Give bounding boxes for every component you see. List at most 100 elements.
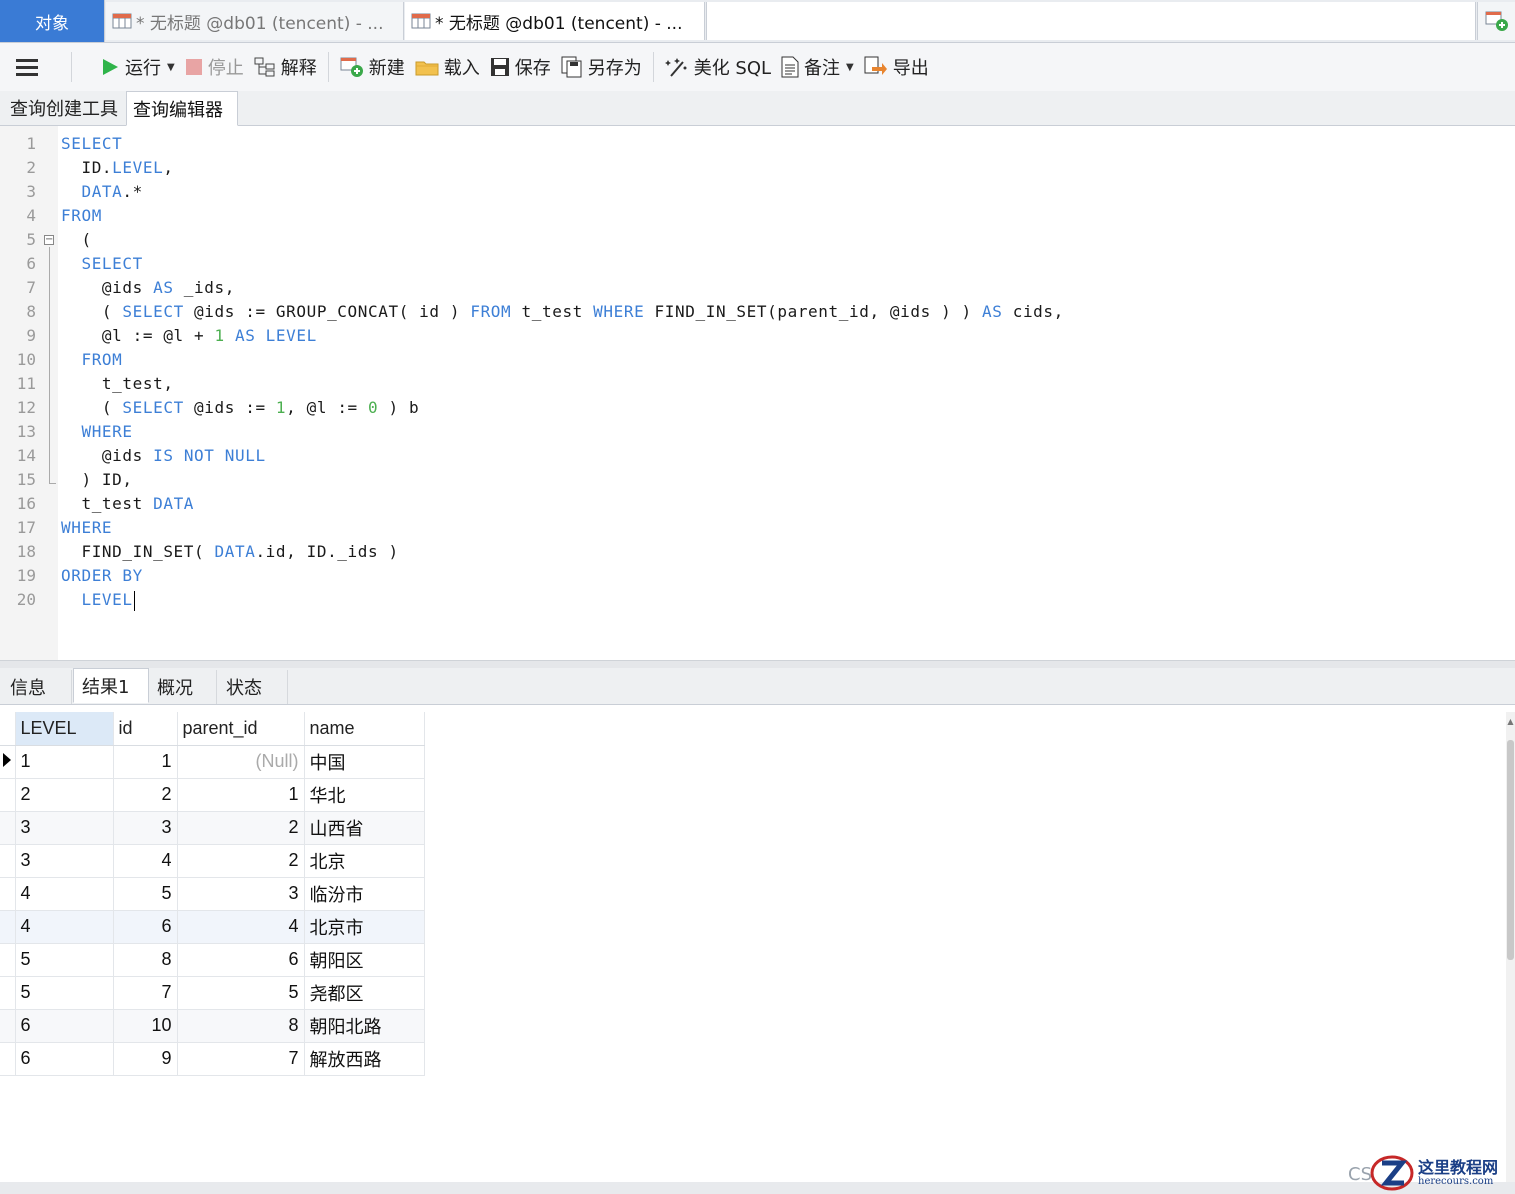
- table-cell[interactable]: 4: [177, 910, 305, 944]
- tab-query-editor-label: 查询编辑器: [133, 99, 223, 121]
- table-cell[interactable]: 2: [177, 811, 305, 845]
- table-cell[interactable]: 山西省: [304, 811, 425, 845]
- new-query-icon: [1485, 11, 1508, 31]
- table-cell[interactable]: 3: [15, 811, 114, 845]
- text-cursor: [133, 590, 135, 611]
- table-cell[interactable]: 北京市: [304, 910, 425, 944]
- beautify-sql-button[interactable]: 美化 SQL: [660, 49, 776, 85]
- table-cell[interactable]: 1: [177, 778, 305, 812]
- table-cell[interactable]: 朝阳区: [304, 943, 425, 977]
- table-row[interactable]: 4 6 4 北京市: [0, 910, 425, 944]
- tab-status[interactable]: 状态: [218, 670, 288, 704]
- row-indicator: [0, 976, 16, 1010]
- line-number: 1: [26, 134, 36, 153]
- table-cell[interactable]: 8: [113, 943, 178, 977]
- table-row[interactable]: 5 8 6 朝阳区: [0, 943, 425, 977]
- column-header[interactable]: name: [304, 712, 425, 746]
- explain-label: 解释: [280, 58, 317, 79]
- table-cell[interactable]: 5: [177, 976, 305, 1010]
- table-cell[interactable]: 3: [113, 811, 178, 845]
- table-cell[interactable]: 4: [113, 844, 178, 878]
- load-button[interactable]: 载入: [410, 49, 485, 85]
- table-cell[interactable]: 解放西路: [304, 1042, 425, 1076]
- table-cell[interactable]: 8: [177, 1009, 305, 1043]
- table-cell[interactable]: 4: [15, 877, 114, 911]
- stop-icon: [185, 59, 202, 75]
- comment-dropdown-icon[interactable]: ▼: [846, 62, 854, 73]
- table-cell[interactable]: 5: [113, 877, 178, 911]
- line-number: 19: [16, 566, 36, 585]
- table-row[interactable]: 5 7 5 尧都区: [0, 976, 425, 1010]
- table-cell[interactable]: 6: [15, 1009, 114, 1043]
- table-cell[interactable]: 5: [15, 943, 114, 977]
- table-cell[interactable]: 2: [113, 778, 178, 812]
- scrollbar-thumb[interactable]: [1507, 740, 1514, 960]
- column-header[interactable]: parent_id: [177, 712, 305, 746]
- table-cell[interactable]: (Null): [177, 745, 305, 779]
- table-cell[interactable]: 5: [15, 976, 114, 1010]
- new-query-button[interactable]: [1477, 2, 1515, 40]
- new-button[interactable]: 新建: [335, 49, 410, 85]
- tab-result1[interactable]: 结果1: [73, 668, 149, 703]
- menu-button[interactable]: [0, 49, 65, 85]
- comment-label: 备注: [804, 58, 841, 79]
- stop-button[interactable]: 停止: [180, 49, 249, 85]
- tab-objects[interactable]: 对象: [0, 0, 105, 42]
- column-header[interactable]: id: [113, 712, 178, 746]
- run-button[interactable]: 运行 ▼: [78, 49, 180, 85]
- table-cell[interactable]: 临汾市: [304, 877, 425, 911]
- tab-query-1[interactable]: * 无标题 @db01 (tencent) - ...: [106, 2, 404, 40]
- row-indicator: [0, 811, 16, 845]
- run-dropdown-icon[interactable]: ▼: [167, 62, 175, 73]
- tab-query-2[interactable]: * 无标题 @db01 (tencent) - ...: [405, 2, 705, 40]
- tab-query-editor[interactable]: 查询编辑器: [126, 91, 238, 126]
- table-cell[interactable]: 中国: [304, 745, 425, 779]
- explain-button[interactable]: 解释: [249, 49, 322, 85]
- line-number: 16: [16, 494, 36, 513]
- query-table-icon: [112, 13, 132, 29]
- table-cell[interactable]: 6: [113, 910, 178, 944]
- table-cell[interactable]: 7: [177, 1042, 305, 1076]
- table-row[interactable]: 2 2 1 华北: [0, 778, 425, 812]
- table-cell[interactable]: 1: [15, 745, 114, 779]
- table-cell[interactable]: 2: [15, 778, 114, 812]
- new-label: 新建: [368, 58, 405, 79]
- table-cell[interactable]: 3: [177, 877, 305, 911]
- table-cell[interactable]: 北京: [304, 844, 425, 878]
- tab-overview-label: 概况: [157, 678, 193, 699]
- sql-editor[interactable]: − 1 SELECT 2 ID.LEVEL, 3 DATA.* 4 FROM 5 (…: [0, 126, 1515, 660]
- table-cell[interactable]: 尧都区: [304, 976, 425, 1010]
- export-button[interactable]: 导出: [859, 49, 934, 85]
- save-as-button[interactable]: 另存为: [556, 49, 647, 85]
- site-logo-icon: [1370, 1155, 1414, 1191]
- table-cell[interactable]: 6: [177, 943, 305, 977]
- comment-button[interactable]: 备注 ▼: [776, 49, 859, 85]
- table-row[interactable]: 6 9 7 解放西路: [0, 1042, 425, 1076]
- table-row[interactable]: 4 5 3 临汾市: [0, 877, 425, 911]
- table-cell[interactable]: 朝阳北路: [304, 1009, 425, 1043]
- table-cell[interactable]: 9: [113, 1042, 178, 1076]
- table-row[interactable]: 3 3 2 山西省: [0, 811, 425, 845]
- table-row[interactable]: 1 1 (Null) 中国: [0, 745, 425, 779]
- table-cell[interactable]: 3: [15, 844, 114, 878]
- tab-query-2-label: * 无标题 @db01 (tencent) - ...: [435, 13, 683, 34]
- explain-icon: [254, 57, 275, 77]
- table-cell[interactable]: 7: [113, 976, 178, 1010]
- table-cell[interactable]: 6: [15, 1042, 114, 1076]
- table-row[interactable]: 6 10 8 朝阳北路: [0, 1009, 425, 1043]
- table-cell[interactable]: 1: [113, 745, 178, 779]
- scroll-up-icon[interactable]: ▲: [1506, 712, 1515, 732]
- column-header[interactable]: LEVEL: [15, 712, 114, 746]
- table-cell[interactable]: 2: [177, 844, 305, 878]
- table-cell[interactable]: 华北: [304, 778, 425, 812]
- table-cell[interactable]: 10: [113, 1009, 178, 1043]
- fold-collapse-icon[interactable]: −: [44, 235, 54, 245]
- tab-info[interactable]: 信息: [2, 670, 72, 704]
- tab-overview[interactable]: 概况: [149, 670, 217, 704]
- table-cell[interactable]: 4: [15, 910, 114, 944]
- table-row[interactable]: 3 4 2 北京: [0, 844, 425, 878]
- result-table: LEVEL id parent_id name 1 1 (Null) 中国 2 …: [0, 712, 425, 1076]
- tab-query-builder[interactable]: 查询创建工具: [4, 91, 124, 125]
- save-button[interactable]: 保存: [485, 49, 556, 85]
- toolbar-divider: [652, 52, 654, 82]
